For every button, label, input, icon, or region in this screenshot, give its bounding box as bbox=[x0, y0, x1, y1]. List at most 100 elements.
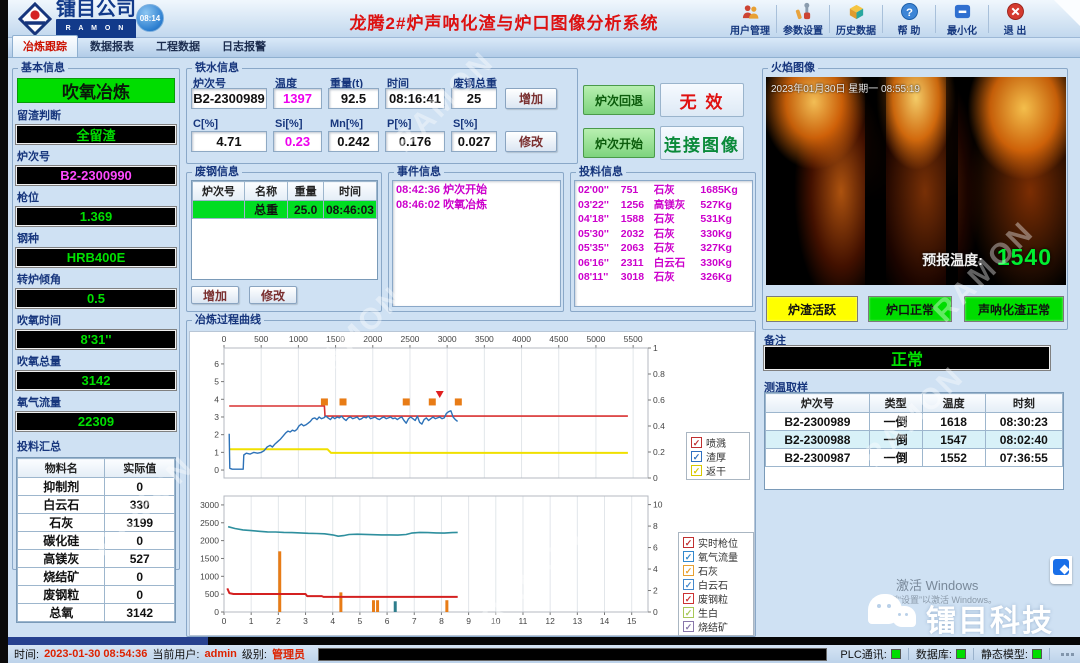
feeding-item-field: 531Kg bbox=[700, 212, 749, 227]
resize-grip[interactable] bbox=[1061, 653, 1074, 656]
legend-item[interactable]: ✓氧气流量 bbox=[683, 550, 749, 562]
hot-metal-field-value[interactable]: 08:16:41 bbox=[385, 88, 445, 109]
legend-item[interactable]: ✓生白 bbox=[683, 606, 749, 618]
legend-item[interactable]: ✓废钢粒 bbox=[683, 592, 749, 604]
toolbar-separator bbox=[776, 5, 777, 33]
remote-tool-icon[interactable] bbox=[1050, 556, 1072, 584]
hot-metal-field-label: C[%] bbox=[193, 118, 218, 130]
table-row[interactable]: B2-2300989一倒161808:30:23 bbox=[766, 413, 1063, 431]
svg-text:0: 0 bbox=[222, 616, 227, 626]
svg-text:0.4: 0.4 bbox=[653, 421, 665, 431]
hot-metal-field-label: P[%] bbox=[387, 118, 411, 130]
svg-text:2: 2 bbox=[276, 616, 281, 626]
legend-item[interactable]: ✓喷溅 bbox=[691, 436, 745, 448]
table-row[interactable]: B2-2300987一倒155207:36:55 bbox=[766, 449, 1063, 467]
charts-panel: 0500100015002000250030003500400045005000… bbox=[189, 331, 755, 636]
feeding-item-field: 527Kg bbox=[700, 198, 749, 213]
legend-item[interactable]: ✓ 石灰 bbox=[683, 564, 749, 576]
legend-checkbox[interactable]: ✓ bbox=[683, 551, 694, 562]
status-button-2[interactable]: 炉口正常 bbox=[868, 296, 952, 322]
table-row[interactable]: 抑制剂0 bbox=[18, 478, 175, 496]
table-row[interactable]: 总重25.008:46:03 bbox=[193, 201, 377, 219]
svg-text:4000: 4000 bbox=[512, 334, 531, 344]
table-cell: 1552 bbox=[922, 449, 985, 467]
hot-metal-add-button[interactable]: 增加 bbox=[505, 88, 557, 109]
hot-metal-field-value[interactable]: 0.027 bbox=[451, 131, 497, 152]
legend-checkbox[interactable]: ✓ bbox=[683, 565, 694, 576]
table-cell: 3199 bbox=[105, 514, 175, 532]
table-row[interactable]: B2-2300988一倒154708:02:40 bbox=[766, 431, 1063, 449]
svg-text:0.8: 0.8 bbox=[653, 369, 665, 379]
tab-1[interactable]: 冶炼跟踪 bbox=[12, 35, 78, 57]
legend-item[interactable]: ✓白云石 bbox=[683, 578, 749, 590]
heat-rollback-button[interactable]: 炉次回退 bbox=[583, 85, 655, 115]
toolbar-button-4[interactable]: ?帮 助 bbox=[884, 1, 934, 37]
wrench-icon bbox=[794, 2, 813, 21]
hot-metal-field-value[interactable]: 0.176 bbox=[385, 131, 445, 152]
hot-metal-field-value[interactable]: 25 bbox=[451, 88, 497, 109]
scrap-add-button[interactable]: 增加 bbox=[191, 286, 239, 304]
feeding-item-field: 1256 bbox=[621, 198, 654, 213]
svg-text:4: 4 bbox=[214, 394, 219, 404]
table-row[interactable]: 高镁灰527 bbox=[18, 550, 175, 568]
connect-image-button[interactable]: 连接图像 bbox=[660, 126, 744, 160]
hot-metal-field-value[interactable]: 1397 bbox=[273, 88, 322, 109]
legend-checkbox[interactable]: ✓ bbox=[683, 593, 694, 604]
table-row[interactable]: 废钢粒0 bbox=[18, 586, 175, 604]
legend-checkbox[interactable]: ✓ bbox=[691, 465, 702, 476]
tab-2[interactable]: 数据报表 bbox=[80, 36, 144, 57]
toolbar-button-2[interactable]: 参数设置 bbox=[778, 1, 828, 37]
feeding-item-field: 02'00'' bbox=[578, 183, 621, 198]
table-row[interactable]: 白云石330 bbox=[18, 496, 175, 514]
legend-item[interactable]: ✓烧结矿 bbox=[683, 620, 749, 632]
user-label: 当前用户: bbox=[152, 646, 199, 662]
table-row[interactable]: 烧结矿0 bbox=[18, 568, 175, 586]
table-row[interactable]: 石灰3199 bbox=[18, 514, 175, 532]
legend-checkbox[interactable]: ✓ bbox=[683, 537, 694, 548]
indicator-light bbox=[1032, 649, 1042, 659]
toolbar-button-1[interactable]: 用户管理 bbox=[725, 1, 775, 37]
legend-checkbox[interactable]: ✓ bbox=[683, 607, 694, 618]
table-row[interactable]: 总氧3142 bbox=[18, 604, 175, 622]
column-header: 实际值 bbox=[105, 459, 175, 478]
legend-item[interactable]: ✓返干 bbox=[691, 464, 745, 476]
hot-metal-field-value[interactable]: 0.242 bbox=[328, 131, 379, 152]
toolbar-separator bbox=[882, 5, 883, 33]
hot-metal-field-value[interactable]: 4.71 bbox=[191, 131, 267, 152]
tab-4[interactable]: 日志报警 bbox=[212, 36, 276, 57]
svg-text:3000: 3000 bbox=[200, 500, 219, 510]
toolbar-button-3[interactable]: 历史数据 bbox=[831, 1, 881, 37]
table-cell: 0 bbox=[105, 586, 175, 604]
indicator-light bbox=[956, 649, 966, 659]
legend-checkbox[interactable]: ✓ bbox=[691, 437, 702, 448]
legend-label: 石灰 bbox=[698, 563, 718, 578]
status-button-3[interactable]: 声呐化渣正常 bbox=[964, 296, 1064, 322]
status-indicator: PLC通讯: bbox=[840, 646, 900, 662]
legend-item[interactable]: ✓实时枪位 bbox=[683, 536, 749, 548]
status-button-1[interactable]: 炉渣活跃 bbox=[766, 296, 858, 322]
hot-metal-group: 铁水信息 炉次号B2-2300989温度1397重量(t)92.5时间08:16… bbox=[186, 68, 578, 164]
scrap-edit-button[interactable]: 修改 bbox=[249, 286, 297, 304]
legend-item[interactable]: ✓渣厚 bbox=[691, 450, 745, 462]
hot-metal-field-value[interactable]: B2-2300989 bbox=[191, 88, 267, 109]
legend-checkbox[interactable]: ✓ bbox=[683, 579, 694, 590]
blow-oxygen-mode-button[interactable]: 吹氧冶炼 bbox=[17, 78, 175, 103]
svg-text:6: 6 bbox=[653, 543, 658, 553]
legend-checkbox[interactable]: ✓ bbox=[691, 451, 702, 462]
statusbar-strip-right bbox=[208, 637, 1080, 645]
svg-text:8: 8 bbox=[653, 521, 658, 531]
svg-text:0: 0 bbox=[214, 607, 219, 617]
heat-start-button[interactable]: 炉次开始 bbox=[583, 128, 655, 158]
hot-metal-field-value[interactable]: 0.23 bbox=[273, 131, 322, 152]
hot-metal-edit-button[interactable]: 修改 bbox=[505, 131, 557, 152]
toolbar-button-6[interactable]: 退 出 bbox=[990, 1, 1040, 37]
tab-3[interactable]: 工程数据 bbox=[146, 36, 210, 57]
svg-text:15: 15 bbox=[627, 616, 637, 626]
legend-checkbox[interactable]: ✓ bbox=[683, 621, 694, 632]
column-header: 炉次号 bbox=[766, 394, 870, 413]
feeding-item-field: 04'18'' bbox=[578, 212, 621, 227]
toolbar-button-5[interactable]: 最小化 bbox=[937, 1, 987, 37]
invalid-button[interactable]: 无 效 bbox=[660, 83, 744, 117]
table-row[interactable]: 碳化硅0 bbox=[18, 532, 175, 550]
hot-metal-field-value[interactable]: 92.5 bbox=[328, 88, 379, 109]
